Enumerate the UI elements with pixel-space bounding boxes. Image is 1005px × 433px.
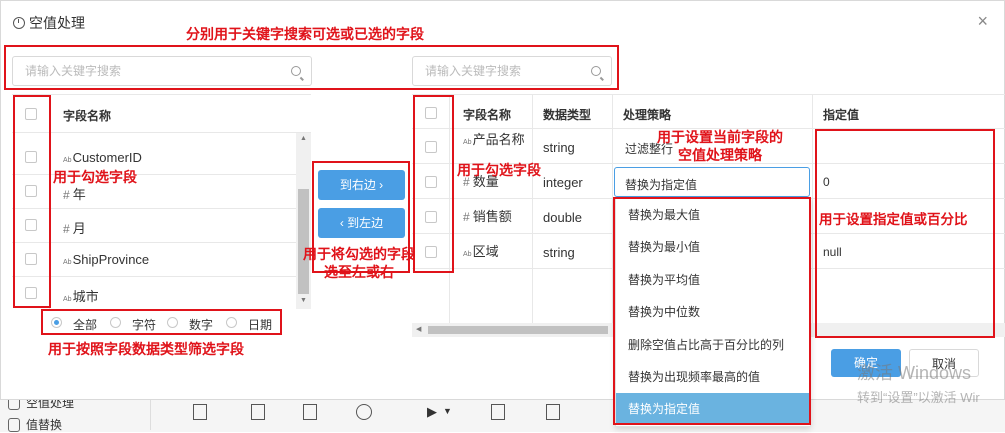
row-name-text: 产品名称	[472, 132, 525, 147]
save-icon[interactable]	[251, 404, 265, 420]
annotation-text: 用于设置指定值或百分比	[819, 212, 968, 227]
row-data-type: string	[543, 245, 575, 260]
clock-icon	[13, 17, 25, 29]
annotation-text: 用于勾选字段	[457, 162, 541, 178]
annotation-box-dropdown	[613, 197, 811, 425]
field-name: 城市	[72, 289, 99, 304]
annotation-text: 用于按照字段数据类型筛选字段	[48, 341, 244, 357]
copy-icon[interactable]	[303, 404, 317, 420]
annotation-box-value	[815, 129, 995, 338]
annotation-text: 用于勾选字段	[53, 169, 137, 185]
scroll-left-icon[interactable]: ◀	[416, 325, 421, 333]
row-name-text: 销售额	[472, 209, 512, 224]
field-name: 年	[72, 187, 86, 202]
row-field-name: Ab区域	[463, 244, 527, 262]
annotation-box-left-checkboxes	[13, 95, 51, 308]
close-icon[interactable]: ×	[977, 11, 988, 32]
field-name: 月	[72, 221, 86, 236]
dialog-title: 空值处理	[13, 13, 85, 33]
null-value-dialog: 空值处理 × 字段名称 AbCustomerID#年#月AbShipProvin…	[0, 0, 1005, 427]
field-item[interactable]: Ab城市	[63, 286, 99, 305]
left-header-field-name: 字段名称	[63, 109, 112, 123]
annotation-box-filter	[41, 309, 282, 335]
field-item[interactable]: AbCustomerID	[63, 150, 142, 165]
settings-icon[interactable]	[356, 404, 372, 420]
h-scroll-thumb[interactable]	[428, 326, 608, 334]
bg-menu-item[interactable]: 值替换	[8, 416, 62, 433]
file-icon[interactable]	[193, 404, 207, 420]
scroll-down-icon[interactable]: ▼	[300, 297, 307, 304]
doc-icon[interactable]	[546, 404, 560, 420]
string-type-icon: Ab	[63, 259, 72, 266]
chevron-down-icon[interactable]: ▼	[443, 406, 452, 416]
left-field-panel: 字段名称 AbCustomerID # 年 # 月 AbShipProvince Ab城市 …	[12, 94, 311, 309]
number-type-icon: #	[63, 188, 70, 202]
string-type-icon: Ab	[63, 296, 72, 303]
field-name: ShipProvince	[72, 252, 150, 267]
annotation-text: 用于将勾选的字段选至左或右	[303, 246, 415, 280]
row-data-type: double	[543, 210, 583, 225]
header-value: 指定值	[823, 108, 860, 122]
row-data-type: string	[543, 140, 575, 155]
header-strategy: 处理策略	[623, 108, 672, 122]
row-name-text: 区域	[472, 244, 499, 259]
string-type-icon: Ab	[463, 251, 472, 258]
left-scrollbar[interactable]: ▲ ▼	[296, 133, 311, 309]
annotation-text: 分别用于关键字搜索可选或已选的字段	[186, 26, 424, 42]
string-type-icon: Ab	[63, 157, 72, 164]
number-type-icon: #	[63, 222, 70, 236]
bg-toolbar: ▶ ▼	[150, 400, 581, 430]
doc-icon[interactable]	[491, 404, 505, 420]
strategy-select-value: 替换为指定值	[625, 178, 698, 192]
number-type-icon: #	[463, 210, 470, 224]
strategy-select[interactable]: 替换为指定值	[614, 167, 810, 197]
scroll-up-icon[interactable]: ▲	[300, 135, 307, 142]
header-data-type: 数据类型	[543, 108, 592, 122]
string-type-icon: Ab	[463, 139, 472, 146]
run-icon[interactable]: ▶	[427, 404, 437, 420]
header-field-name: 字段名称	[463, 108, 512, 122]
row-data-type: integer	[543, 175, 583, 190]
activation-watermark: 激活 Windows 转到“设置”以激活 Wir	[857, 363, 980, 405]
annotation-text: 用于设置当前字段的空值处理策略	[657, 129, 783, 163]
db-icon	[8, 417, 20, 432]
row-field-name: # 销售额	[463, 209, 527, 225]
annotation-box-right-checkboxes	[413, 95, 454, 273]
field-name: CustomerID	[72, 150, 142, 165]
field-item[interactable]: AbShipProvince	[63, 252, 149, 267]
background-app: 空值处理 值替换 ▶ ▼	[0, 395, 1005, 433]
field-item[interactable]: # 月	[63, 218, 86, 237]
row-field-name: Ab产品名称	[463, 132, 527, 150]
annotation-box-search	[4, 45, 619, 90]
